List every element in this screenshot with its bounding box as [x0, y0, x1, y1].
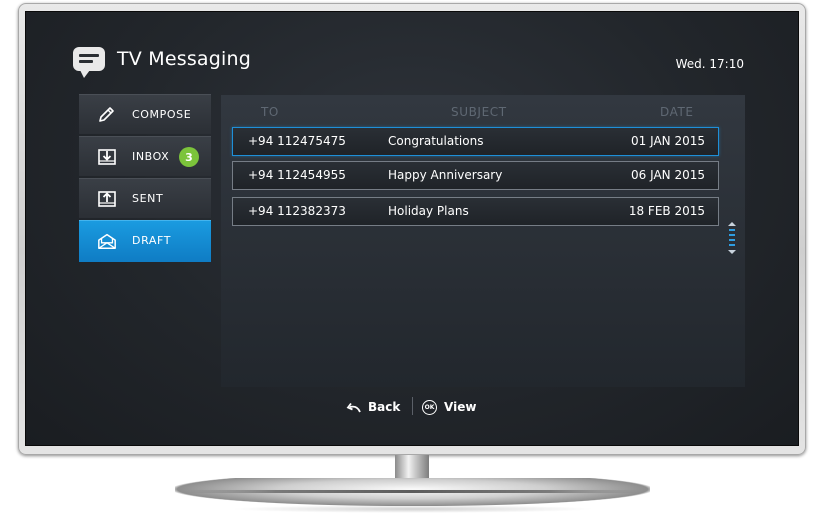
view-label: View: [444, 400, 477, 414]
message-bubble-icon: [73, 47, 105, 78]
back-arrow-icon: [346, 400, 362, 414]
ok-button-icon: OK: [422, 399, 437, 415]
message-row[interactable]: +94 112475475 Congratulations 01 JAN 201…: [232, 127, 719, 156]
back-label: Back: [368, 400, 401, 414]
message-row[interactable]: +94 112382373 Holiday Plans 18 FEB 2015: [232, 197, 719, 226]
row-date: 06 JAN 2015: [631, 168, 705, 182]
app-title: TV Messaging: [117, 48, 252, 70]
row-to: +94 112382373: [248, 204, 346, 218]
sidebar-item-compose[interactable]: COMPOSE: [79, 94, 211, 134]
unread-count-badge: 3: [179, 147, 199, 167]
row-subject: Holiday Plans: [388, 204, 469, 218]
row-to: +94 112475475: [248, 134, 346, 148]
column-header-to: TO: [261, 105, 279, 119]
row-date: 01 JAN 2015: [631, 134, 705, 148]
sidebar-item-inbox[interactable]: INBOX 3: [79, 136, 211, 176]
tv-screen: TV Messaging Wed. 17:10 COMPOSE INBOX 3: [25, 11, 799, 446]
sidebar: COMPOSE INBOX 3 SENT DRAFT: [79, 94, 211, 264]
column-header-date: DATE: [660, 105, 694, 119]
pencil-icon: [97, 105, 117, 125]
sidebar-item-draft[interactable]: DRAFT: [79, 220, 211, 262]
inbox-icon: [97, 147, 117, 167]
scrollbar[interactable]: [729, 229, 735, 249]
scroll-up-arrow-icon[interactable]: [728, 222, 736, 226]
sidebar-item-label: DRAFT: [132, 234, 172, 247]
row-subject: Happy Anniversary: [388, 168, 503, 182]
message-list-panel: TO SUBJECT DATE +94 112475475 Congratula…: [221, 95, 745, 387]
scroll-down-arrow-icon[interactable]: [728, 250, 736, 254]
view-button[interactable]: OK View: [422, 397, 476, 417]
sidebar-item-sent[interactable]: SENT: [79, 178, 211, 218]
clock: Wed. 17:10: [675, 57, 744, 71]
sent-icon: [97, 189, 117, 209]
tv-stand-edge: [185, 490, 640, 493]
tv-shadow: [230, 505, 595, 513]
row-date: 18 FEB 2015: [628, 204, 705, 218]
back-button[interactable]: Back: [346, 397, 400, 417]
sidebar-item-label: COMPOSE: [132, 108, 192, 121]
sidebar-item-label: SENT: [132, 192, 164, 205]
footer-divider: [412, 397, 413, 415]
row-subject: Congratulations: [388, 134, 484, 148]
row-to: +94 112454955: [248, 168, 346, 182]
draft-icon: [97, 231, 117, 251]
sidebar-item-label: INBOX: [132, 150, 170, 163]
column-header-subject: SUBJECT: [451, 105, 507, 119]
message-row[interactable]: +94 112454955 Happy Anniversary 06 JAN 2…: [232, 161, 719, 190]
